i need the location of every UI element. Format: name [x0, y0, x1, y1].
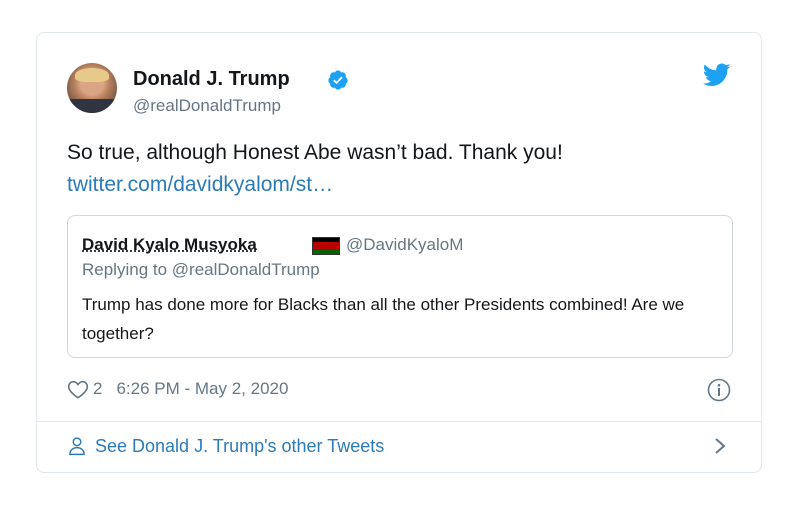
like-count[interactable]: 2 — [93, 379, 102, 399]
tweet-text-block: So true, although Honest Abe wasn’t bad.… — [67, 137, 727, 201]
other-tweets-link[interactable]: See Donald J. Trump's other Tweets — [67, 433, 384, 459]
twitter-bird-icon[interactable] — [703, 63, 731, 87]
tweet-text: So true, although Honest Abe wasn’t bad.… — [67, 141, 563, 164]
tweet-timestamp[interactable]: 6:26 PM - May 2, 2020 — [116, 379, 288, 399]
quoted-author-name[interactable]: David Kyalo Musyoka — [82, 234, 257, 256]
chevron-right-icon[interactable] — [713, 437, 727, 455]
quoted-author-handle[interactable]: @DavidKyaloM — [346, 234, 463, 256]
other-tweets-label[interactable]: See Donald J. Trump's other Tweets — [95, 436, 384, 457]
quoted-tweet[interactable]: David Kyalo Musyoka @DavidKyaloM Replyin… — [67, 215, 733, 358]
tweet-card: Donald J. Trump @realDonaldTrump So true… — [36, 32, 762, 473]
quoted-replying-to: Replying to @realDonaldTrump — [82, 260, 320, 279]
heart-icon[interactable] — [67, 379, 89, 399]
verified-badge-icon — [328, 70, 348, 90]
quoted-text: Trump has done more for Blacks than all … — [82, 295, 685, 343]
kenya-flag-icon — [312, 237, 340, 255]
info-icon[interactable] — [707, 378, 731, 402]
author-name[interactable]: Donald J. Trump — [133, 67, 290, 91]
author-avatar[interactable] — [67, 63, 117, 113]
tweet-meta: 2 6:26 PM - May 2, 2020 — [67, 376, 288, 402]
tweet-link[interactable]: twitter.com/davidkyalom/st… — [67, 169, 727, 201]
person-icon — [69, 437, 85, 456]
footer-divider — [37, 421, 761, 422]
author-handle[interactable]: @realDonaldTrump — [133, 95, 281, 117]
